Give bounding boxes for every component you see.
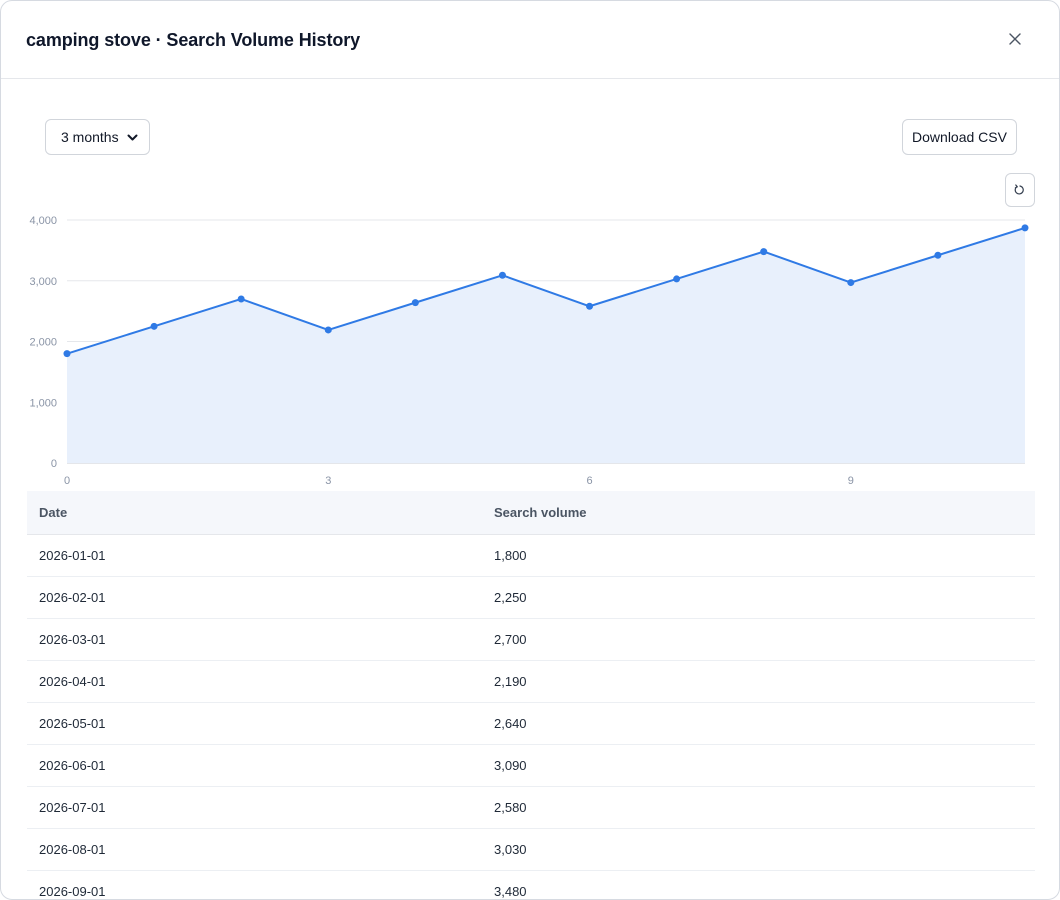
cell-date: 2026-06-01 (27, 744, 482, 787)
cell-date: 2026-08-01 (27, 828, 482, 871)
table-row: 2026-02-01 2,250 (27, 576, 1035, 619)
close-icon (1009, 33, 1021, 45)
cell-date: 2026-09-01 (27, 870, 482, 899)
table-row: 2026-06-01 3,090 (27, 744, 1035, 787)
data-point (324, 326, 332, 334)
data-point (760, 248, 768, 256)
x-tick-label: 3 (325, 475, 331, 487)
cell-date: 2026-03-01 (27, 618, 482, 661)
search-volume-modal: camping stove · Search Volume History 3 … (0, 0, 1060, 900)
time-range-select[interactable]: 3 months (45, 119, 150, 155)
time-range-value: 3 months (61, 129, 119, 145)
download-csv-button[interactable]: Download CSV (902, 119, 1017, 155)
cell-search-volume: 3,090 (482, 744, 1035, 787)
cell-search-volume: 3,480 (482, 870, 1035, 899)
table-row: 2026-05-01 2,640 (27, 702, 1035, 745)
data-point (63, 350, 71, 358)
cell-search-volume: 2,190 (482, 660, 1035, 703)
cell-date: 2026-01-01 (27, 534, 482, 577)
data-point (673, 275, 681, 283)
download-csv-label: Download CSV (912, 129, 1007, 145)
cell-date: 2026-05-01 (27, 702, 482, 745)
table-header-row: Date Search volume (27, 491, 1035, 535)
data-point (1021, 224, 1029, 232)
y-tick-label: 1,000 (29, 397, 57, 409)
table-row: 2026-01-01 1,800 (27, 534, 1035, 577)
close-button[interactable] (1001, 25, 1029, 53)
column-header-search-volume: Search volume (482, 491, 1035, 535)
x-tick-label: 9 (848, 475, 854, 487)
column-header-date: Date (27, 491, 482, 535)
cell-date: 2026-04-01 (27, 660, 482, 703)
search-volume-table: Date Search volume 2026-01-01 1,800 2026-0… (27, 491, 1035, 899)
modal-title: camping stove · Search Volume History (26, 30, 361, 50)
chevron-down-icon (127, 134, 138, 141)
table-row: 2026-07-01 2,580 (27, 786, 1035, 829)
data-point (934, 251, 942, 259)
y-tick-label: 2,000 (29, 337, 57, 349)
cell-search-volume: 2,250 (482, 576, 1035, 619)
cell-search-volume: 2,580 (482, 786, 1035, 829)
y-tick-label: 3,000 (29, 276, 57, 288)
table-row: 2026-08-01 3,030 (27, 828, 1035, 871)
table-row: 2026-04-01 2,190 (27, 660, 1035, 703)
cell-search-volume: 3,030 (482, 828, 1035, 871)
cell-search-volume: 2,700 (482, 618, 1035, 661)
table-body: 2026-01-01 1,800 2026-02-01 2,250 2026-03-01… (27, 534, 1035, 899)
cell-search-volume: 1,800 (482, 534, 1035, 577)
reset-zoom-icon (1014, 184, 1024, 195)
data-point (586, 302, 594, 310)
data-point (847, 279, 855, 287)
cell-date: 2026-07-01 (27, 786, 482, 829)
table-row: 2026-09-01 3,480 (27, 870, 1035, 899)
search-volume-chart: 0 1,000 2,000 3,000 4,000 0 3 6 9 (29, 215, 1029, 487)
data-point (237, 295, 245, 303)
x-tick-label: 0 (64, 475, 70, 487)
x-tick-label: 6 (586, 475, 592, 487)
modal-header: camping stove · Search Volume History (1, 1, 1059, 79)
data-point (150, 322, 158, 330)
series-area (67, 227, 1025, 463)
data-point (411, 299, 419, 307)
cell-search-volume: 2,640 (482, 702, 1035, 745)
y-tick-label: 0 (51, 458, 57, 470)
cell-date: 2026-02-01 (27, 576, 482, 619)
data-point (498, 271, 506, 279)
y-tick-label: 4,000 (29, 215, 57, 227)
table-row: 2026-03-01 2,700 (27, 618, 1035, 661)
